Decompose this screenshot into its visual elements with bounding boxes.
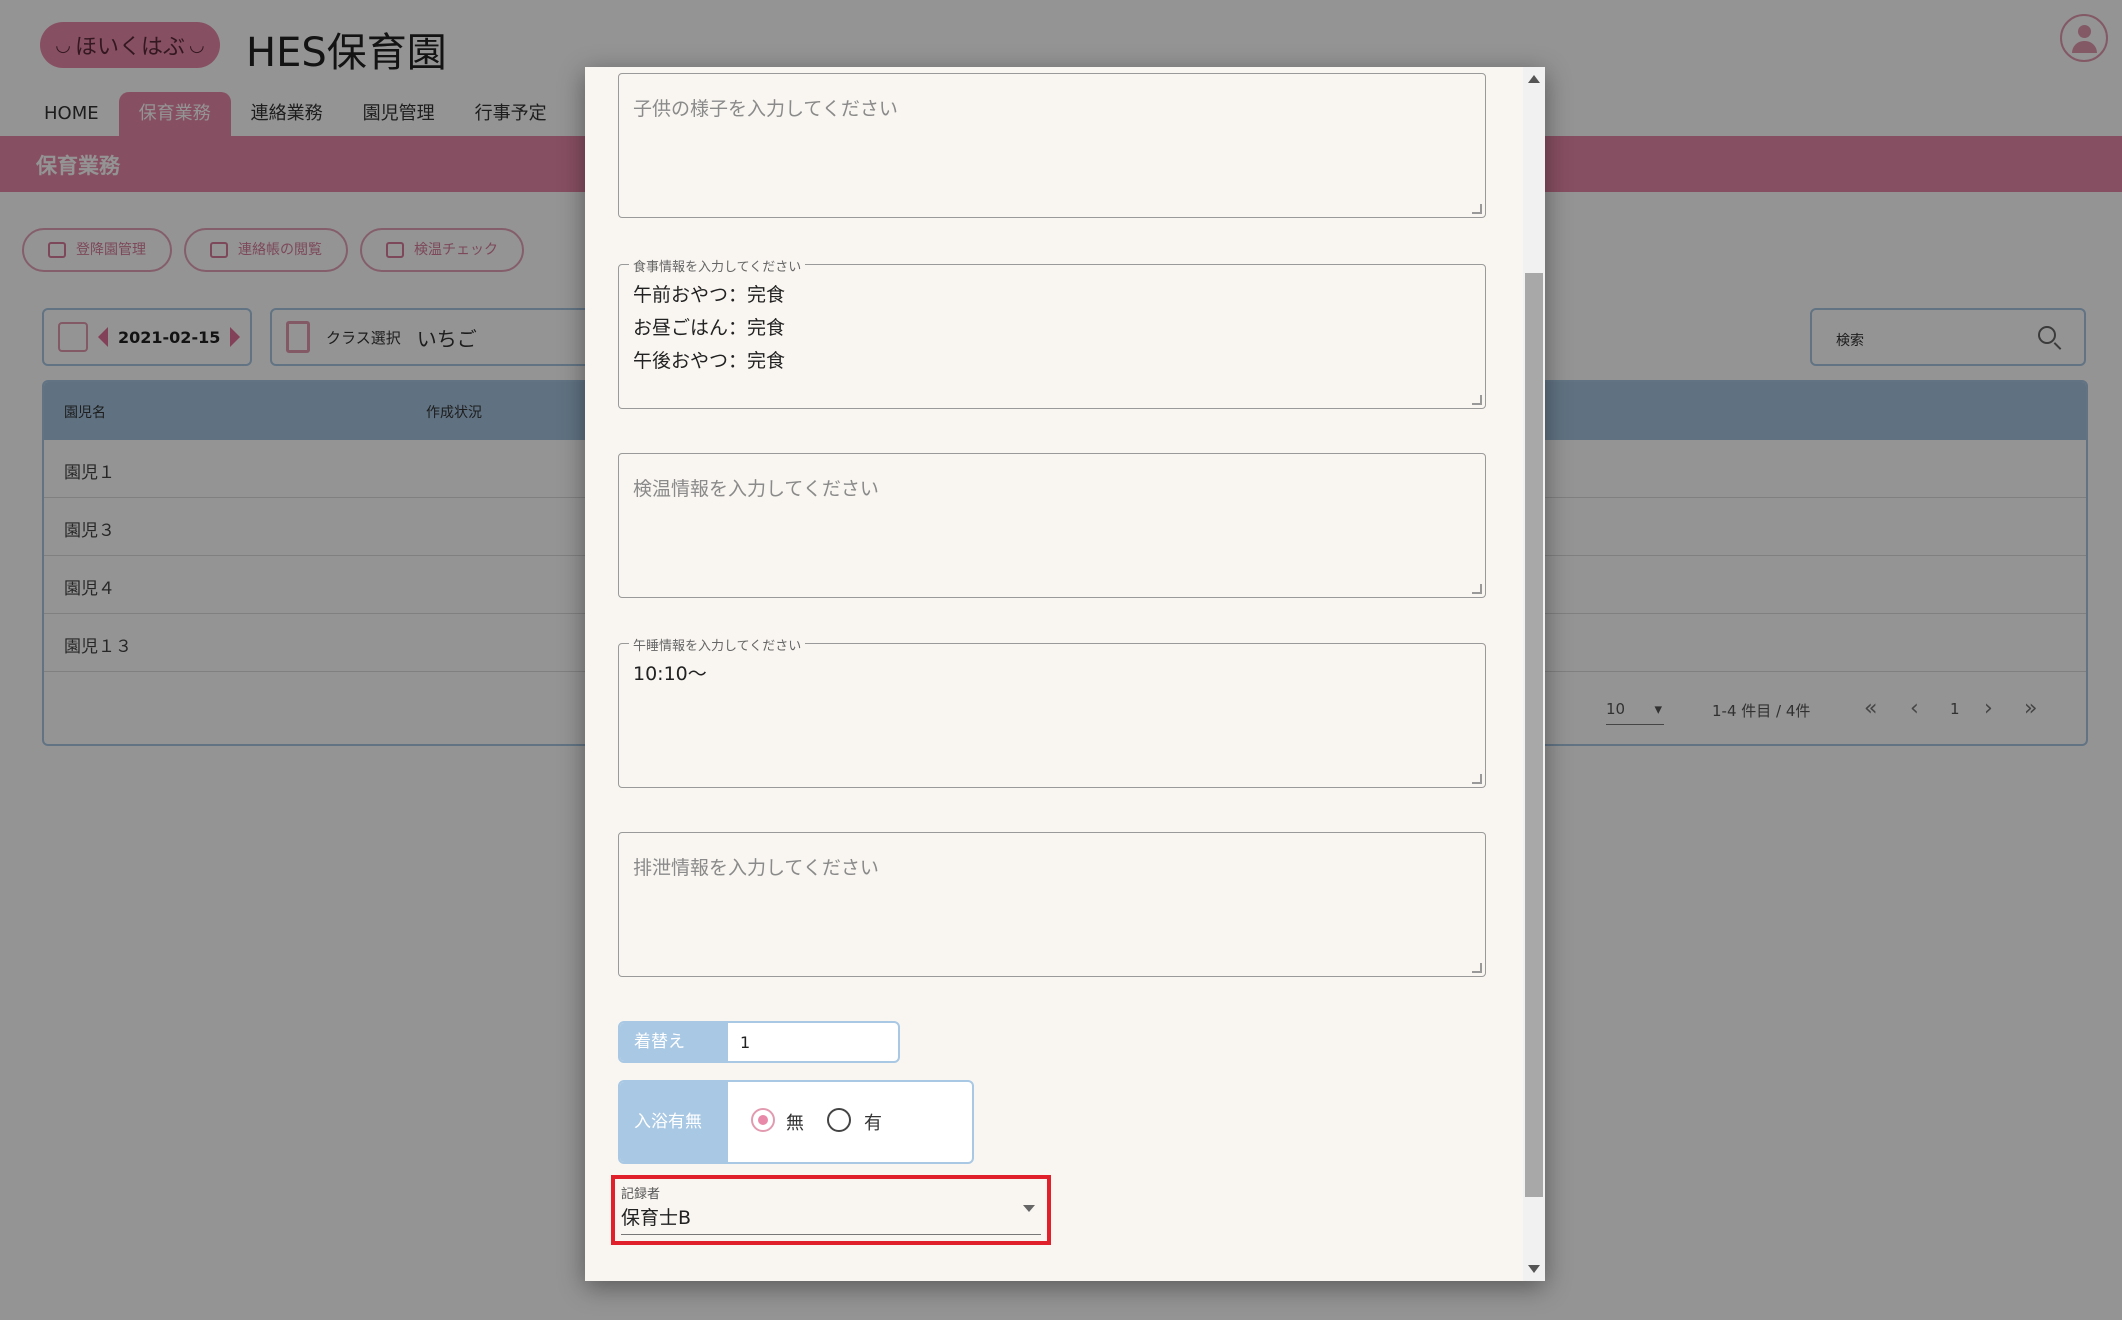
dialog-scrollbar[interactable]	[1523, 67, 1545, 1281]
meal-textarea[interactable]: 食事情報を入力してください 午前おやつ：完食 お昼ごはん：完食 午後おやつ：完食	[618, 256, 1486, 409]
scroll-down-icon[interactable]	[1528, 1265, 1540, 1273]
select-underline	[621, 1234, 1041, 1235]
change-clothes-input[interactable]: 1	[740, 1033, 750, 1052]
nap-value: 10:10～	[633, 663, 707, 685]
meal-legend: 食事情報を入力してください	[629, 256, 806, 275]
change-clothes-label: 着替え	[620, 1023, 728, 1061]
bath-radio-no[interactable]	[751, 1108, 775, 1132]
child-state-textarea[interactable]: 子供の様子を入力してください	[618, 73, 1486, 218]
recorder-value: 保育士B	[621, 1207, 692, 1229]
excretion-textarea[interactable]: 排泄情報を入力してください	[618, 832, 1486, 977]
recorder-label: 記録者	[621, 1187, 661, 1202]
temperature-textarea[interactable]: 検温情報を入力してください	[618, 453, 1486, 598]
scrollbar-thumb[interactable]	[1525, 273, 1543, 1197]
meal-value: 午前おやつ：完食 お昼ごはん：完食 午後おやつ：完食	[633, 284, 786, 372]
recorder-select[interactable]: 記録者 保育士B	[611, 1175, 1051, 1245]
resize-handle-icon[interactable]	[1472, 395, 1482, 405]
excretion-placeholder: 排泄情報を入力してください	[633, 857, 879, 879]
nap-textarea[interactable]: 午睡情報を入力してください 10:10～	[618, 635, 1486, 788]
bath-radio-yes-label[interactable]: 有	[864, 1109, 882, 1135]
resize-handle-icon[interactable]	[1472, 584, 1482, 594]
chevron-down-icon[interactable]	[1023, 1205, 1035, 1212]
resize-handle-icon[interactable]	[1472, 204, 1482, 214]
resize-handle-icon[interactable]	[1472, 963, 1482, 973]
child-state-placeholder: 子供の様子を入力してください	[633, 98, 898, 120]
change-clothes-field: 着替え 1	[618, 1021, 900, 1063]
resize-handle-icon[interactable]	[1472, 774, 1482, 784]
nap-legend: 午睡情報を入力してください	[629, 635, 806, 654]
temperature-placeholder: 検温情報を入力してください	[633, 478, 879, 500]
bath-field: 入浴有無 無 有	[618, 1080, 974, 1164]
scroll-up-icon[interactable]	[1528, 75, 1540, 83]
record-dialog: 子供の様子を入力してください 食事情報を入力してください 午前おやつ：完食 お昼…	[585, 67, 1545, 1281]
bath-label: 入浴有無	[620, 1082, 728, 1162]
bath-radio-yes[interactable]	[827, 1108, 851, 1132]
bath-radio-no-label[interactable]: 無	[786, 1109, 804, 1135]
